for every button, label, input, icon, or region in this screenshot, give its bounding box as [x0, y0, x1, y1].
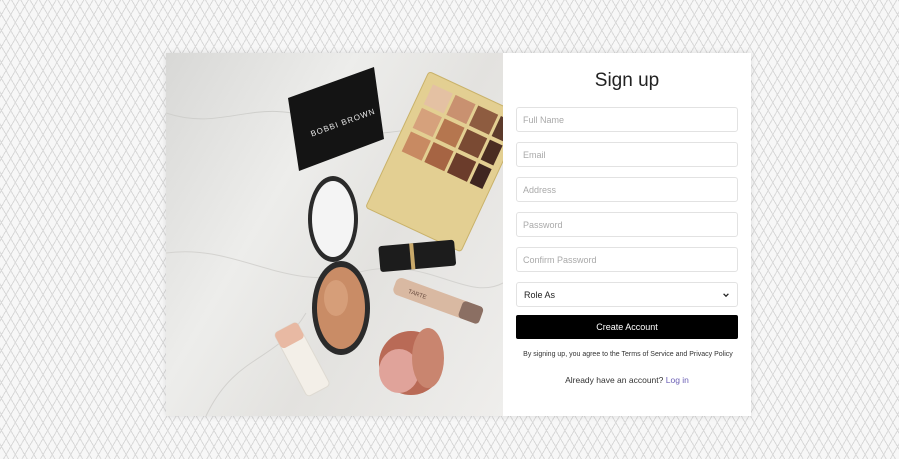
- confirm-password-input[interactable]: [516, 247, 738, 272]
- eyeshadow-palette: [366, 71, 503, 252]
- privacy-policy-link[interactable]: Privacy Policy: [689, 351, 733, 358]
- login-prompt-text: Already have an account?: [565, 375, 664, 385]
- makeup-illustration: BOBBI BROWN TARTE: [166, 67, 503, 416]
- create-account-button[interactable]: Create Account: [516, 315, 738, 339]
- black-compact: BOBBI BROWN: [288, 67, 384, 171]
- login-link[interactable]: Log in: [666, 375, 689, 385]
- mascara-tube: TARTE: [393, 278, 484, 324]
- full-name-input[interactable]: [516, 107, 738, 132]
- page-title: Sign up: [594, 70, 660, 91]
- password-input[interactable]: [516, 212, 738, 237]
- signup-card: BOBBI BROWN TARTE Sign up Full Name Emai…: [166, 53, 751, 416]
- role-select-value: Role As: [524, 289, 556, 300]
- makeup-photo: BOBBI BROWN TARTE: [166, 53, 503, 416]
- lipstick: [378, 239, 456, 272]
- address-input[interactable]: [516, 177, 738, 202]
- signup-form: Sign up Role As Create Account By signin…: [503, 53, 751, 416]
- bronzer-compact: [312, 261, 370, 355]
- blush-compact: [379, 328, 444, 395]
- terms-of-service-link[interactable]: Terms of Service: [622, 351, 674, 358]
- login-prompt: Already have an account? Log in: [516, 375, 738, 385]
- compact-mirror: [308, 176, 358, 262]
- terms-text: By signing up, you agree to the Terms of…: [516, 351, 740, 358]
- terms-prefix: By signing up, you agree to the: [523, 351, 620, 358]
- email-input[interactable]: [516, 142, 738, 167]
- terms-and: and: [675, 351, 688, 358]
- chevron-down-icon: [723, 292, 729, 297]
- role-select[interactable]: Role As: [516, 282, 738, 307]
